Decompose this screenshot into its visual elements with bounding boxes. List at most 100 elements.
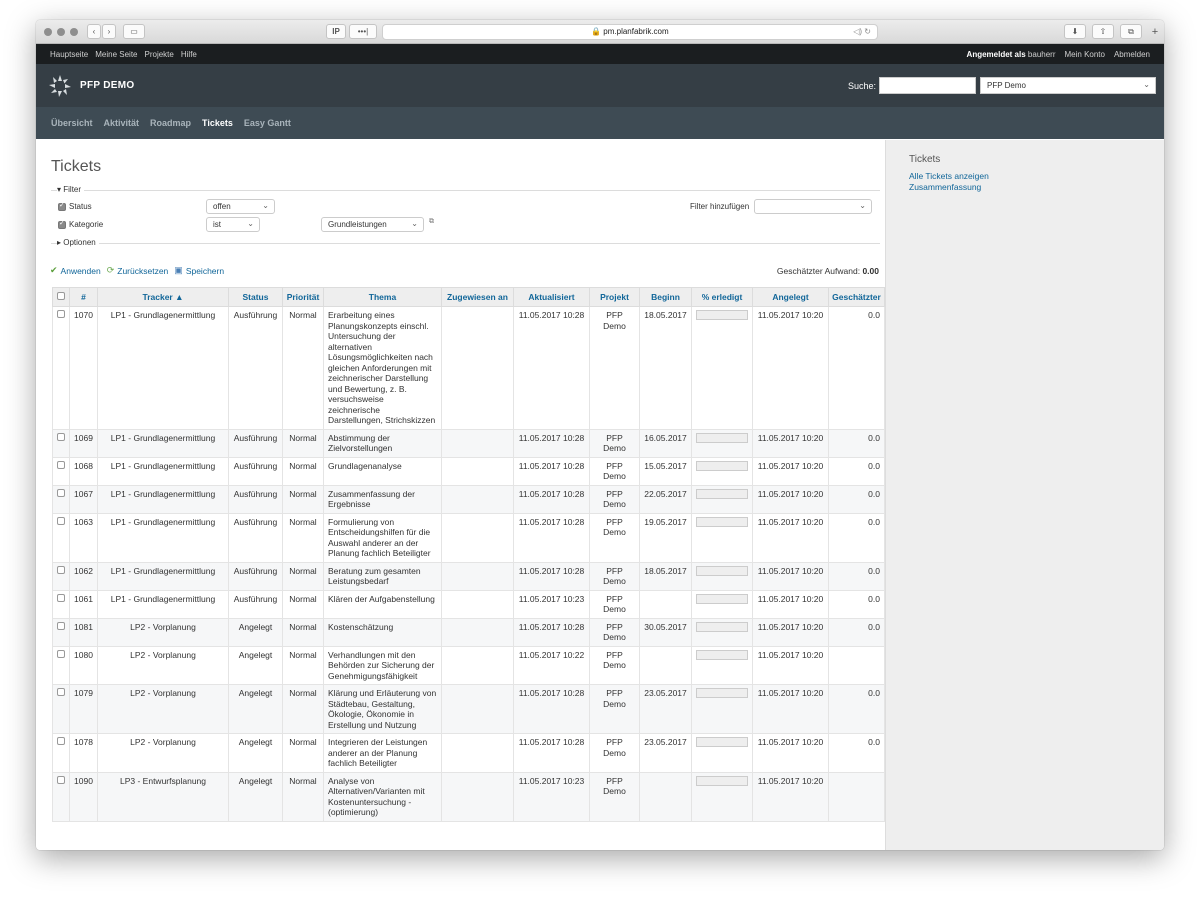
- row-checkbox[interactable]: [57, 565, 65, 574]
- cell-id[interactable]: 1062: [69, 561, 98, 591]
- topmenu-my-page[interactable]: Meine Seite: [95, 50, 137, 59]
- table-row[interactable]: 1078 LP2 - Vorplanung Angelegt Normal Integr…: [52, 733, 885, 773]
- table-row[interactable]: 1063 LP1 - Grundlagenermittlung Ausführung…: [52, 512, 885, 563]
- filter-legend[interactable]: ▾ Filter: [57, 185, 85, 194]
- cell-id[interactable]: 1090: [69, 771, 98, 822]
- cell-id[interactable]: 1081: [69, 617, 98, 647]
- tab-tickets[interactable]: Tickets: [202, 118, 233, 128]
- status-operator-select[interactable]: offen ⌄: [206, 199, 275, 214]
- forward-icon[interactable]: ›: [102, 24, 116, 39]
- cell-subject[interactable]: Kostenschätzung: [323, 617, 442, 647]
- row-checkbox[interactable]: [57, 737, 65, 745]
- sidebar-toggle-icon[interactable]: ▭: [123, 24, 145, 39]
- row-checkbox[interactable]: [57, 310, 65, 318]
- column-header-created[interactable]: Angelegt: [752, 287, 829, 307]
- column-header-status[interactable]: Status: [228, 287, 283, 307]
- row-checkbox[interactable]: [57, 775, 65, 784]
- tabs-overview-icon[interactable]: ⧉: [1120, 24, 1142, 39]
- cell-subject[interactable]: Grundlagenanalyse: [323, 456, 442, 486]
- cell-subject[interactable]: Klärung und Erläuterung von Städtebau, G…: [323, 684, 442, 734]
- project-jump-select[interactable]: PFP Demo ⌄: [980, 77, 1156, 94]
- sidebar-link-summary[interactable]: Zusammenfassung: [909, 182, 1141, 193]
- search-input[interactable]: [879, 77, 976, 94]
- table-row[interactable]: 1062 LP1 - Grundlagenermittlung Ausführung…: [52, 561, 885, 591]
- row-checkbox[interactable]: [57, 516, 65, 525]
- apply-button[interactable]: ✔ Anwenden: [50, 265, 101, 276]
- cell-id[interactable]: 1070: [69, 306, 98, 430]
- options-legend[interactable]: ▸ Optionen: [57, 238, 99, 247]
- column-header-estimated[interactable]: Geschätzter: [828, 287, 885, 307]
- topmenu-home[interactable]: Hauptseite: [50, 50, 88, 59]
- category-value-select[interactable]: Grundleistungen ⌄: [321, 217, 424, 232]
- cell-subject[interactable]: Verhandlungen mit den Behörden zur Siche…: [323, 645, 442, 685]
- row-checkbox[interactable]: [57, 621, 65, 630]
- cell-id[interactable]: 1080: [69, 645, 98, 685]
- status-filter-checkbox[interactable]: [58, 201, 66, 211]
- table-row[interactable]: 1061 LP1 - Grundlagenermittlung Ausführung…: [52, 589, 885, 619]
- minimize-window-icon[interactable]: [57, 28, 65, 36]
- select-all-checkbox[interactable]: [57, 292, 65, 300]
- cell-id[interactable]: 1078: [69, 733, 98, 773]
- tab-roadmap[interactable]: Roadmap: [150, 118, 191, 128]
- cell-id[interactable]: 1068: [69, 456, 98, 486]
- row-checkbox[interactable]: [57, 488, 65, 497]
- cell-subject[interactable]: Zusammenfassung der Ergebnisse: [323, 484, 442, 514]
- column-header-assigned[interactable]: Zugewiesen an: [441, 287, 514, 307]
- cell-subject[interactable]: Formulierung von Entscheidungshilfen für…: [323, 512, 442, 563]
- cell-subject[interactable]: Beratung zum gesamten Leistungsbedarf: [323, 561, 442, 591]
- table-row[interactable]: 1069 LP1 - Grundlagenermittlung Ausführung…: [52, 428, 885, 458]
- download-icon[interactable]: ⬇: [1064, 24, 1086, 39]
- column-header-project[interactable]: Projekt: [589, 287, 640, 307]
- save-button[interactable]: ▣ Speichern: [174, 265, 224, 276]
- cell-subject[interactable]: Integrieren der Leistungen anderer an de…: [323, 733, 442, 773]
- category-filter-checkbox[interactable]: [58, 219, 66, 229]
- new-tab-icon[interactable]: +: [1148, 24, 1162, 39]
- my-account-link[interactable]: Mein Konto: [1065, 50, 1105, 59]
- topmenu-help[interactable]: Hilfe: [181, 50, 197, 59]
- row-checkbox[interactable]: [57, 688, 65, 696]
- table-row[interactable]: 1067 LP1 - Grundlagenermittlung Ausführung…: [52, 484, 885, 514]
- column-header-start[interactable]: Beginn: [639, 287, 692, 307]
- cell-id[interactable]: 1063: [69, 512, 98, 563]
- tab-ip[interactable]: IP: [326, 24, 346, 39]
- tab-activity[interactable]: Aktivität: [104, 118, 140, 128]
- sidebar-link-all-tickets[interactable]: Alle Tickets anzeigen: [909, 171, 1141, 182]
- row-checkbox[interactable]: [57, 432, 65, 441]
- table-row[interactable]: 1068 LP1 - Grundlagenermittlung Ausführung…: [52, 456, 885, 486]
- cell-subject[interactable]: Erarbeitung eines Planungskonzepts einsc…: [323, 306, 442, 430]
- reset-button[interactable]: ⟳ Zurücksetzen: [107, 265, 169, 276]
- cell-subject[interactable]: Analyse von Alternativen/Varianten mit K…: [323, 771, 442, 822]
- column-header-priority[interactable]: Priorität: [282, 287, 324, 307]
- column-header-tracker[interactable]: Tracker ▲: [97, 287, 229, 307]
- column-header-id[interactable]: #: [69, 287, 98, 307]
- logout-link[interactable]: Abmelden: [1114, 50, 1150, 59]
- tab-overflow[interactable]: •••|: [349, 24, 377, 39]
- table-row[interactable]: 1070 LP1 - Grundlagenermittlung Ausführung…: [52, 306, 885, 430]
- column-header-updated[interactable]: Aktualisiert: [513, 287, 590, 307]
- cell-id[interactable]: 1061: [69, 589, 98, 619]
- column-header-subject[interactable]: Thema: [323, 287, 442, 307]
- row-checkbox[interactable]: [57, 593, 65, 602]
- address-bar[interactable]: 🔒 pm.planfabrik.com ◁) ↻: [382, 24, 878, 40]
- cell-id[interactable]: 1079: [69, 684, 98, 734]
- table-row[interactable]: 1090 LP3 - Entwurfsplanung Angelegt Normal A…: [52, 771, 885, 822]
- add-filter-select[interactable]: ⌄: [754, 199, 872, 214]
- toggle-multiselect-icon[interactable]: ⧉: [429, 218, 434, 226]
- category-operator-select[interactable]: ist ⌄: [206, 217, 260, 232]
- close-window-icon[interactable]: [44, 28, 52, 36]
- share-icon[interactable]: ⇧: [1092, 24, 1114, 39]
- row-checkbox[interactable]: [57, 460, 65, 469]
- column-header-done[interactable]: % erledigt: [691, 287, 753, 307]
- select-all-checkbox-header[interactable]: [52, 287, 70, 307]
- cell-subject[interactable]: Abstimmung der Zielvorstellungen: [323, 428, 442, 458]
- tab-overview[interactable]: Übersicht: [51, 118, 93, 128]
- cell-id[interactable]: 1067: [69, 484, 98, 514]
- user-link[interactable]: bauherr: [1028, 50, 1056, 59]
- table-row[interactable]: 1080 LP2 - Vorplanung Angelegt Normal Verhan…: [52, 645, 885, 685]
- audio-reload-icon[interactable]: ◁) ↻: [853, 25, 871, 39]
- table-row[interactable]: 1081 LP2 - Vorplanung Angelegt Normal Kosten…: [52, 617, 885, 647]
- tab-easy-gantt[interactable]: Easy Gantt: [244, 118, 291, 128]
- row-checkbox[interactable]: [57, 649, 65, 658]
- zoom-window-icon[interactable]: [70, 28, 78, 36]
- topmenu-projects[interactable]: Projekte: [145, 50, 174, 59]
